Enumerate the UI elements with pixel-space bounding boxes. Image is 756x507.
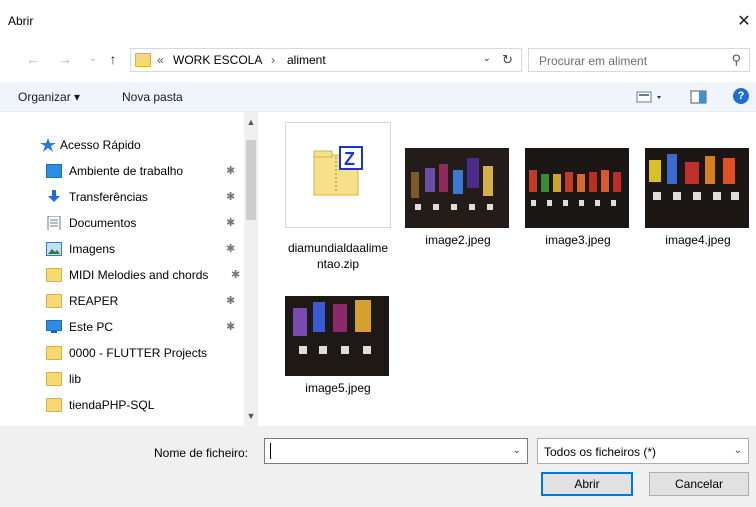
scroll-thumb[interactable]: [246, 140, 256, 220]
pin-icon: ✱: [231, 269, 241, 281]
file-list: Z diamundialdaalimentao.zip image2.jpeg: [259, 112, 756, 426]
search-box[interactable]: Procurar em aliment ⚲: [528, 48, 750, 72]
text-caret: [270, 443, 271, 459]
sidebar-item-label: Este PC: [69, 320, 114, 334]
desktop-icon: [46, 164, 62, 178]
search-icon[interactable]: ⚲: [731, 52, 741, 68]
breadcrumb-overflow[interactable]: «: [157, 53, 164, 68]
address-bar[interactable]: « WORK ESCOLA › aliment ⌄ ↻: [130, 48, 522, 72]
navigation-pane: Acesso Rápido Ambiente de trabalho ✱ Tra…: [0, 112, 258, 426]
sidebar-item-label: Acesso Rápido: [60, 138, 141, 152]
file-item-image4[interactable]: image4.jpeg: [645, 148, 751, 248]
folder-icon: [46, 398, 62, 412]
sidebar-item-flutter-projects[interactable]: 0000 - FLUTTER Projects: [0, 340, 244, 366]
refresh-icon[interactable]: ↻: [502, 52, 513, 68]
sidebar-item-tiendaphp-sql[interactable]: tiendaPHP-SQL: [0, 392, 244, 418]
download-icon: [48, 190, 60, 202]
breadcrumb-separator: ›: [271, 53, 275, 67]
open-button[interactable]: Abrir: [541, 472, 633, 496]
command-toolbar: Organizar ▾ Nova pasta ?: [0, 82, 756, 112]
sidebar-scrollbar[interactable]: ▲ ▼: [244, 112, 258, 426]
dialog-footer: Nome de ficheiro: ⌄ Todos os ficheiros (…: [0, 426, 756, 507]
window-title: Abrir: [8, 14, 34, 28]
file-name: image5.jpeg: [305, 381, 371, 395]
sidebar-item-label: REAPER: [69, 294, 119, 308]
back-arrow-icon[interactable]: ←: [24, 50, 42, 68]
star-icon: [40, 138, 56, 152]
image-thumbnail: [645, 148, 749, 228]
search-input[interactable]: Procurar em aliment: [539, 54, 647, 68]
folder-icon: [46, 294, 62, 308]
folder-icon: [46, 372, 62, 386]
folder-icon: [46, 268, 62, 282]
new-folder-button[interactable]: Nova pasta: [122, 90, 183, 104]
pin-icon: ✱: [226, 295, 236, 307]
file-thumbnail: Z: [285, 122, 391, 228]
sidebar-item-acesso-rapido[interactable]: Acesso Rápido: [0, 132, 244, 158]
sidebar-item-label: Transferências: [69, 190, 148, 204]
sidebar-item-label: tiendaPHP-SQL: [69, 398, 155, 412]
zip-archive-icon: Z: [313, 146, 363, 196]
pin-icon: ✱: [226, 191, 236, 203]
image-thumbnail: [405, 148, 509, 228]
sidebar-item-label: Documentos: [69, 216, 137, 230]
image-thumbnail: [525, 148, 629, 228]
sidebar-item-midi-melodies[interactable]: MIDI Melodies and chords ✱: [0, 262, 244, 288]
file-name: image3.jpeg: [545, 233, 611, 247]
sidebar-item-desktop[interactable]: Ambiente de trabalho ✱: [0, 158, 244, 184]
filename-label: Nome de ficheiro:: [154, 446, 249, 460]
file-name: image2.jpeg: [425, 233, 491, 247]
file-name: diamundialdaalimentao.zip: [287, 241, 389, 271]
file-item-image2[interactable]: image2.jpeg: [405, 148, 511, 248]
file-type-value: Todos os ficheiros (*): [544, 445, 657, 459]
close-button[interactable]: ✕: [732, 10, 756, 34]
sidebar-item-pictures[interactable]: Imagens ✱: [0, 236, 244, 262]
sidebar-item-lib[interactable]: lib: [0, 366, 244, 392]
sidebar-item-downloads[interactable]: Transferências ✱: [0, 184, 244, 210]
up-arrow-icon[interactable]: ↑: [104, 50, 122, 68]
forward-arrow-icon[interactable]: →: [56, 50, 74, 68]
navigation-bar: ← → ⌄ ↑ « WORK ESCOLA › aliment ⌄ ↻ Proc…: [0, 44, 756, 76]
chevron-down-icon[interactable]: ⌄: [734, 445, 742, 456]
file-item-zip[interactable]: Z diamundialdaalimentao.zip: [285, 122, 391, 272]
sidebar-item-este-pc[interactable]: Este PC ✱: [0, 314, 244, 340]
folder-icon: [46, 346, 62, 360]
sidebar-item-reaper[interactable]: REAPER ✱: [0, 288, 244, 314]
pin-icon: ✱: [226, 243, 236, 255]
cancel-button[interactable]: Cancelar: [649, 472, 749, 496]
recent-locations-icon[interactable]: ⌄: [84, 50, 102, 68]
chevron-down-icon[interactable]: ⌄: [483, 53, 491, 64]
image-thumbnail: [285, 296, 389, 376]
title-bar: Abrir ✕: [0, 0, 756, 40]
breadcrumb-item-aliment[interactable]: aliment: [287, 53, 326, 68]
help-icon[interactable]: ?: [733, 88, 749, 104]
breadcrumb-item-work-escola[interactable]: WORK ESCOLA: [173, 53, 262, 68]
file-type-select[interactable]: Todos os ficheiros (*) ⌄: [537, 438, 749, 464]
sidebar-item-label: lib: [69, 372, 82, 386]
sidebar-item-documents[interactable]: Documentos ✱: [0, 210, 244, 236]
sidebar-item-label: MIDI Melodies and chords: [69, 268, 209, 282]
document-icon: [47, 216, 61, 230]
sidebar-item-label: Ambiente de trabalho: [69, 164, 184, 178]
filename-input[interactable]: ⌄: [264, 438, 528, 464]
pin-icon: ✱: [226, 321, 236, 333]
scroll-down-icon[interactable]: ▼: [244, 408, 258, 424]
folder-icon: [135, 53, 151, 67]
pin-icon: ✱: [226, 165, 236, 177]
pictures-icon: [46, 242, 62, 256]
pin-icon: ✱: [226, 217, 236, 229]
sidebar-item-label: Imagens: [69, 242, 116, 256]
computer-icon: [46, 320, 62, 333]
scroll-up-icon[interactable]: ▲: [244, 114, 258, 130]
organize-button[interactable]: Organizar ▾: [18, 90, 80, 104]
chevron-down-icon[interactable]: ⌄: [513, 445, 521, 456]
view-options-icon[interactable]: [636, 88, 666, 106]
file-name: image4.jpeg: [665, 233, 731, 247]
file-item-image5[interactable]: image5.jpeg: [285, 296, 391, 396]
file-item-image3[interactable]: image3.jpeg: [525, 148, 631, 248]
preview-pane-icon[interactable]: [690, 88, 708, 106]
svg-text:Z: Z: [344, 149, 355, 169]
sidebar-item-label: 0000 - FLUTTER Projects: [69, 346, 208, 360]
